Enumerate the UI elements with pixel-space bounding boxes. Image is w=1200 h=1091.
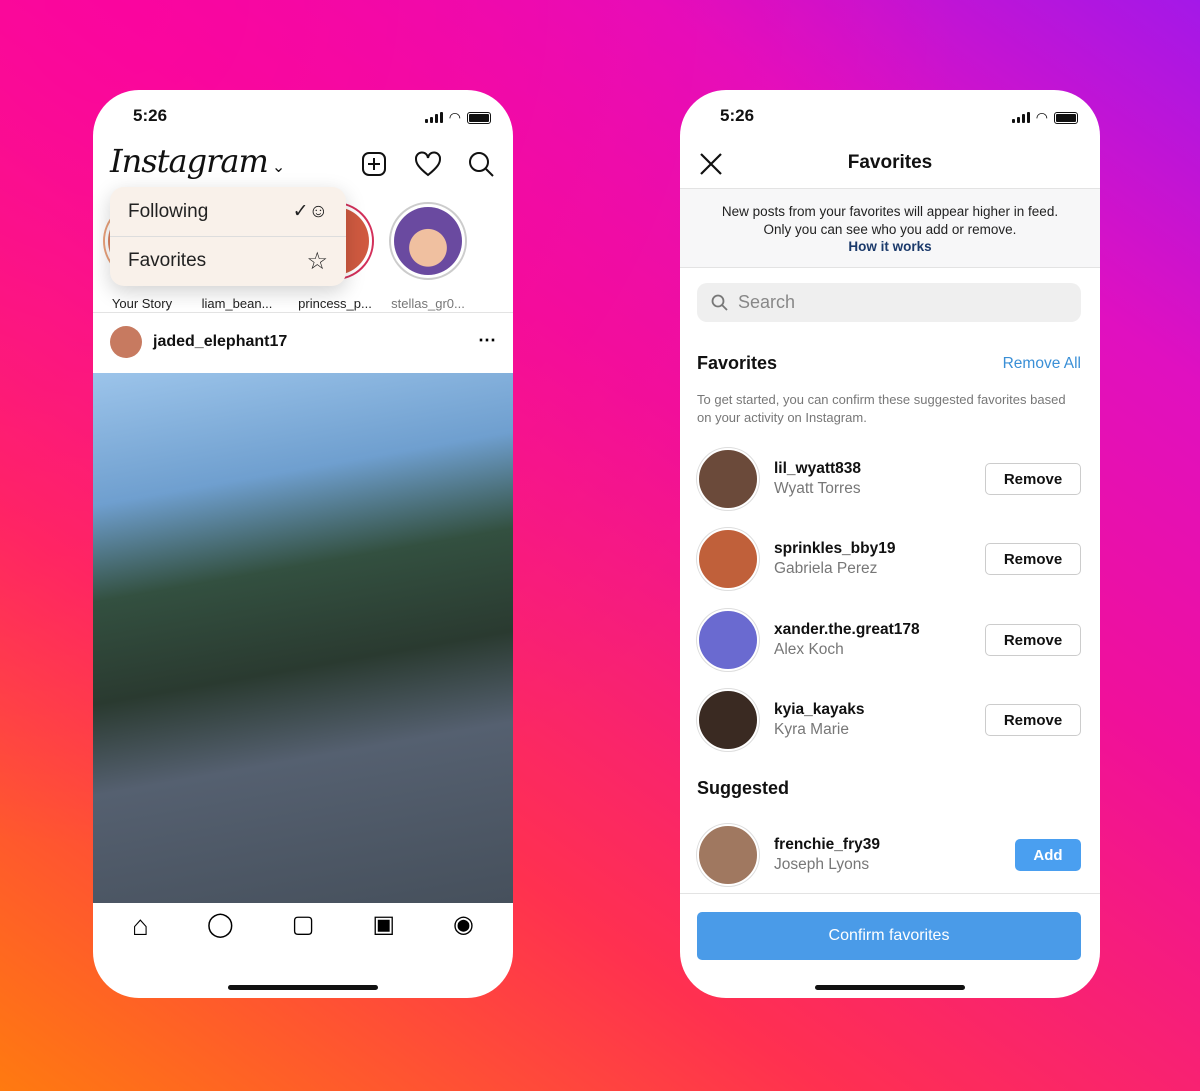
avatar[interactable] <box>697 609 759 671</box>
avatar[interactable] <box>697 528 759 590</box>
home-indicator <box>815 985 965 990</box>
status-icons: ◠ <box>424 109 491 126</box>
star-icon: ☆ <box>306 247 328 275</box>
suggested-heading: Suggested <box>697 778 790 798</box>
search-icon[interactable] <box>468 151 495 178</box>
favorite-row: xander.the.great178 Alex Koch Remove <box>697 609 1081 671</box>
avatar[interactable] <box>697 689 759 751</box>
new-post-icon[interactable] <box>361 151 387 177</box>
tab-bar: ⌂ ◯ ▢ ▣ ◉ <box>93 910 513 942</box>
remove-button[interactable]: Remove <box>985 624 1081 656</box>
wifi-icon: ◠ <box>1035 109 1048 125</box>
page-title: Favorites <box>847 152 933 173</box>
search-icon <box>711 294 728 311</box>
wifi-icon: ◠ <box>448 109 461 125</box>
status-icons: ◠ <box>1011 109 1078 126</box>
divider <box>93 312 513 313</box>
favorite-row: lil_wyatt838 Wyatt Torres Remove <box>697 448 1081 510</box>
home-icon[interactable]: ⌂ <box>132 910 149 942</box>
signal-icon <box>1011 112 1030 123</box>
status-time: 5:26 <box>720 106 755 125</box>
help-text: To get started, you can confirm these su… <box>697 392 1066 425</box>
chevron-down-icon[interactable]: ⌄ <box>268 157 285 176</box>
how-it-works-link[interactable]: How it works <box>680 238 1100 256</box>
confirm-favorites-button[interactable]: Confirm favorites <box>697 912 1081 960</box>
search-input[interactable]: Search <box>697 283 1081 322</box>
signal-icon <box>424 112 443 123</box>
post-username[interactable]: jaded_elephant17 <box>153 333 287 351</box>
battery-icon <box>467 111 491 124</box>
heart-icon[interactable] <box>414 151 442 177</box>
avatar[interactable] <box>697 824 759 886</box>
post-photo[interactable] <box>93 373 513 903</box>
suggested-row: frenchie_fry39 Joseph Lyons Add <box>697 824 1081 886</box>
profile-icon[interactable]: ◉ <box>453 910 474 942</box>
avatar[interactable] <box>110 326 142 358</box>
home-indicator <box>228 985 378 990</box>
favorite-row: sprinkles_bby19 Gabriela Perez Remove <box>697 528 1081 590</box>
menu-item-following[interactable]: Following ✓☺ <box>110 187 346 236</box>
favorites-heading: Favorites <box>697 353 778 373</box>
info-banner: New posts from your favorites will appea… <box>680 189 1100 268</box>
instagram-logo[interactable]: Instagram ⌄ <box>110 142 285 180</box>
feed-dropdown-menu: Following ✓☺ Favorites ☆ <box>110 187 346 286</box>
menu-item-favorites[interactable]: Favorites ☆ <box>110 236 346 285</box>
remove-button[interactable]: Remove <box>985 704 1081 736</box>
add-button[interactable]: Add <box>1015 839 1081 871</box>
battery-icon <box>1054 111 1078 124</box>
remove-button[interactable]: Remove <box>985 543 1081 575</box>
following-icon: ✓☺ <box>292 201 328 222</box>
remove-all-link[interactable]: Remove All <box>1003 355 1081 373</box>
messenger-icon[interactable]: ◯ <box>207 910 234 942</box>
remove-button[interactable]: Remove <box>985 463 1081 495</box>
divider <box>680 893 1100 894</box>
favorite-row: kyia_kayaks Kyra Marie Remove <box>697 689 1081 751</box>
more-icon[interactable]: ⋯ <box>478 330 496 351</box>
feed-phone: 5:26 ◠ Instagram ⌄ Your Story liam_bean.… <box>93 90 513 998</box>
reels-icon[interactable]: ▢ <box>292 910 315 942</box>
status-time: 5:26 <box>133 106 168 125</box>
favorites-phone: 5:26 ◠ Favorites New posts from your fav… <box>680 90 1100 998</box>
shop-icon[interactable]: ▣ <box>372 910 395 942</box>
story-item[interactable]: stellas_gr0... <box>389 202 467 311</box>
avatar[interactable] <box>697 448 759 510</box>
